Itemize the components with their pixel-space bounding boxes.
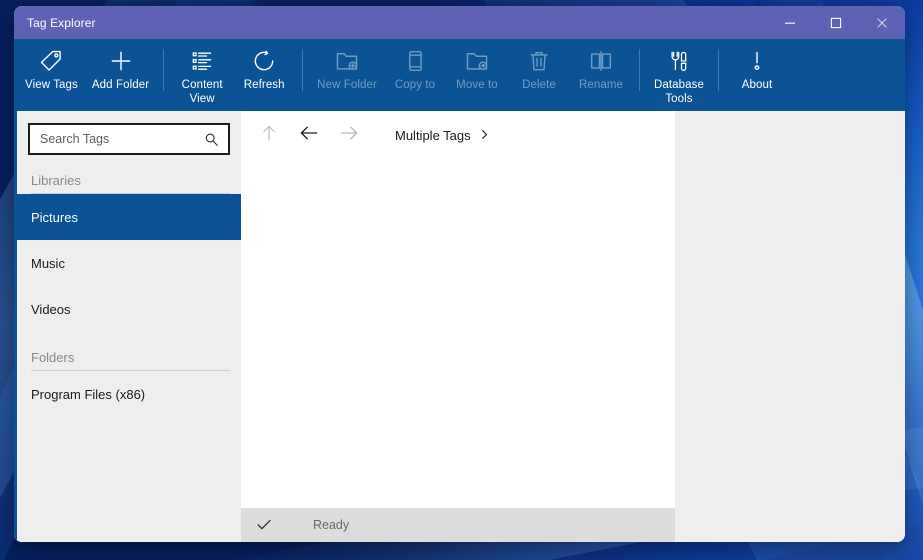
sidebar-item-program-files-x86[interactable]: Program Files (x86) xyxy=(17,371,241,417)
checkmark-icon xyxy=(255,516,277,534)
ribbon-label: Delete xyxy=(522,79,556,91)
trash-icon xyxy=(526,46,552,76)
search-input[interactable] xyxy=(40,132,202,146)
ribbon-label: Refresh xyxy=(243,79,285,91)
new-folder-icon xyxy=(334,46,360,76)
ribbon-button-about[interactable]: About xyxy=(726,39,788,111)
tools-icon xyxy=(667,46,691,76)
up-button[interactable] xyxy=(249,116,289,154)
list-view-icon xyxy=(190,46,214,76)
status-bar: Ready xyxy=(241,508,675,542)
back-button[interactable] xyxy=(289,116,329,154)
status-text: Ready xyxy=(313,518,350,532)
ribbon-label: Copy to xyxy=(394,79,436,91)
chevron-right-icon[interactable] xyxy=(479,128,490,143)
ribbon-button-database-tools[interactable]: Database Tools xyxy=(647,39,711,111)
plus-icon xyxy=(108,46,134,76)
arrow-up-icon xyxy=(259,123,279,148)
navigation-bar: Multiple Tags xyxy=(241,111,675,159)
rename-icon xyxy=(588,46,614,76)
refresh-icon xyxy=(251,46,277,76)
maximize-button[interactable] xyxy=(813,6,859,39)
sidebar-item-music[interactable]: Music xyxy=(17,240,241,286)
sidebar: Libraries Pictures Music Videos Folders … xyxy=(14,111,241,542)
ribbon-label: Content View xyxy=(181,79,223,105)
desktop-wallpaper: Tag Explorer View Tags Add Folder Conten… xyxy=(0,0,923,560)
window-title: Tag Explorer xyxy=(27,15,96,30)
arrow-right-icon xyxy=(338,122,360,149)
window-controls xyxy=(767,6,905,39)
ribbon-toolbar: View Tags Add Folder Content View Refres… xyxy=(14,39,905,111)
ribbon-button-rename[interactable]: Rename xyxy=(570,39,632,111)
sidebar-item-label: Music xyxy=(31,255,65,271)
search-tags-box[interactable] xyxy=(28,123,230,155)
ribbon-button-add-folder[interactable]: Add Folder xyxy=(85,39,156,111)
ribbon-button-delete[interactable]: Delete xyxy=(508,39,570,111)
ribbon-label: New Folder xyxy=(317,79,377,91)
ribbon-label: Add Folder xyxy=(91,79,150,91)
main-content-panel: Multiple Tags Ready xyxy=(241,111,675,542)
ribbon-separator xyxy=(302,49,304,91)
minimize-button[interactable] xyxy=(767,6,813,39)
ribbon-button-view-tags[interactable]: View Tags xyxy=(18,39,85,111)
ribbon-label: Rename xyxy=(578,79,624,91)
sidebar-group-heading-folders: Folders xyxy=(31,350,75,365)
ribbon-label: Move to xyxy=(456,79,498,91)
ribbon-label: View Tags xyxy=(25,79,78,91)
breadcrumb-label: Multiple Tags xyxy=(395,127,471,143)
ribbon-button-content-view[interactable]: Content View xyxy=(171,39,233,111)
sidebar-item-pictures[interactable]: Pictures xyxy=(17,194,241,240)
ribbon-label: Database Tools xyxy=(653,79,705,105)
main-area: Multiple Tags Ready xyxy=(241,111,905,542)
copy-to-icon xyxy=(402,46,428,76)
ribbon-button-new-folder[interactable]: New Folder xyxy=(310,39,384,111)
move-to-icon xyxy=(464,46,490,76)
sidebar-group-heading-libraries: Libraries xyxy=(31,173,81,188)
sidebar-item-videos[interactable]: Videos xyxy=(17,286,241,332)
search-icon[interactable] xyxy=(202,130,220,148)
ribbon-button-refresh[interactable]: Refresh xyxy=(233,39,295,111)
window-body: Libraries Pictures Music Videos Folders … xyxy=(14,111,905,542)
ribbon-label: About xyxy=(741,79,773,91)
forward-button[interactable] xyxy=(329,116,369,154)
ribbon-separator xyxy=(718,49,720,91)
sidebar-item-label: Videos xyxy=(31,301,71,317)
arrow-left-icon xyxy=(298,122,320,149)
sidebar-item-label: Pictures xyxy=(31,209,78,225)
info-icon xyxy=(745,46,769,76)
ribbon-separator xyxy=(163,49,165,91)
breadcrumb[interactable]: Multiple Tags xyxy=(389,124,496,147)
title-bar: Tag Explorer xyxy=(14,6,905,39)
application-window: Tag Explorer View Tags Add Folder Conten… xyxy=(14,6,905,542)
ribbon-button-copy-to[interactable]: Copy to xyxy=(384,39,446,111)
tag-icon xyxy=(38,46,64,76)
sidebar-item-label: Program Files (x86) xyxy=(31,386,146,402)
ribbon-button-move-to[interactable]: Move to xyxy=(446,39,508,111)
file-list-pane[interactable] xyxy=(241,159,675,508)
close-button[interactable] xyxy=(859,6,905,39)
ribbon-separator xyxy=(638,49,640,91)
